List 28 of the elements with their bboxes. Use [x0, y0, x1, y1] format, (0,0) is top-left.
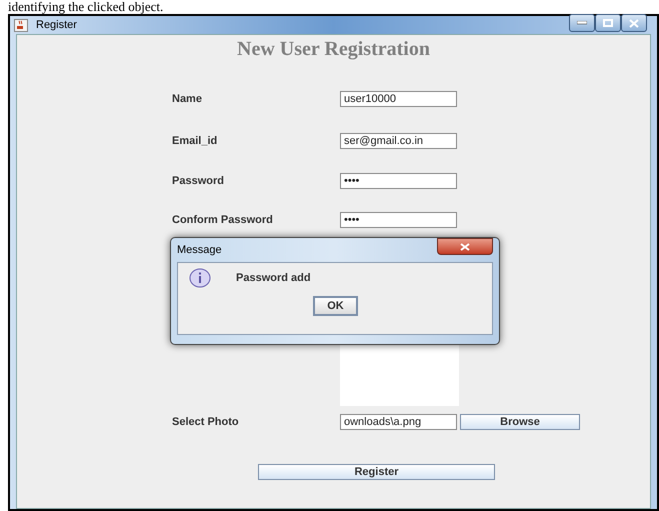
input-field[interactable]: user10000 — [340, 91, 457, 107]
field-label: Conform Password — [172, 212, 274, 228]
field-label: Select Photo — [172, 414, 240, 430]
maximize-icon — [603, 19, 613, 27]
browse-button[interactable]: Browse — [460, 414, 580, 430]
close-button[interactable] — [621, 14, 647, 32]
info-icon — [189, 268, 211, 288]
input-field[interactable]: ownloads\a.png — [340, 414, 457, 430]
window-title: Register — [36, 18, 77, 33]
field-label: Email_id — [172, 134, 218, 149]
close-icon — [629, 18, 639, 28]
input-field[interactable]: •••• — [340, 173, 457, 189]
minimize-icon — [577, 21, 587, 25]
close-icon — [460, 242, 470, 250]
coffee-cup-icon — [14, 18, 28, 32]
field-label: Password — [172, 174, 225, 189]
dialog-message: Password add — [236, 270, 311, 286]
input-field[interactable]: •••• — [340, 212, 457, 228]
caption-text: identifying the clicked object. — [7, 0, 164, 14]
register-button[interactable]: Register — [258, 464, 495, 480]
ok-button[interactable]: OK — [313, 296, 358, 316]
field-label: Name — [172, 92, 203, 107]
close-button[interactable] — [437, 238, 493, 255]
form-heading: New User Registration — [236, 37, 431, 61]
minimize-button[interactable] — [569, 14, 595, 32]
input-field[interactable]: ser@gmail.co.in — [340, 133, 457, 149]
dialog-title: Message — [177, 242, 222, 258]
maximize-button[interactable] — [595, 14, 621, 32]
